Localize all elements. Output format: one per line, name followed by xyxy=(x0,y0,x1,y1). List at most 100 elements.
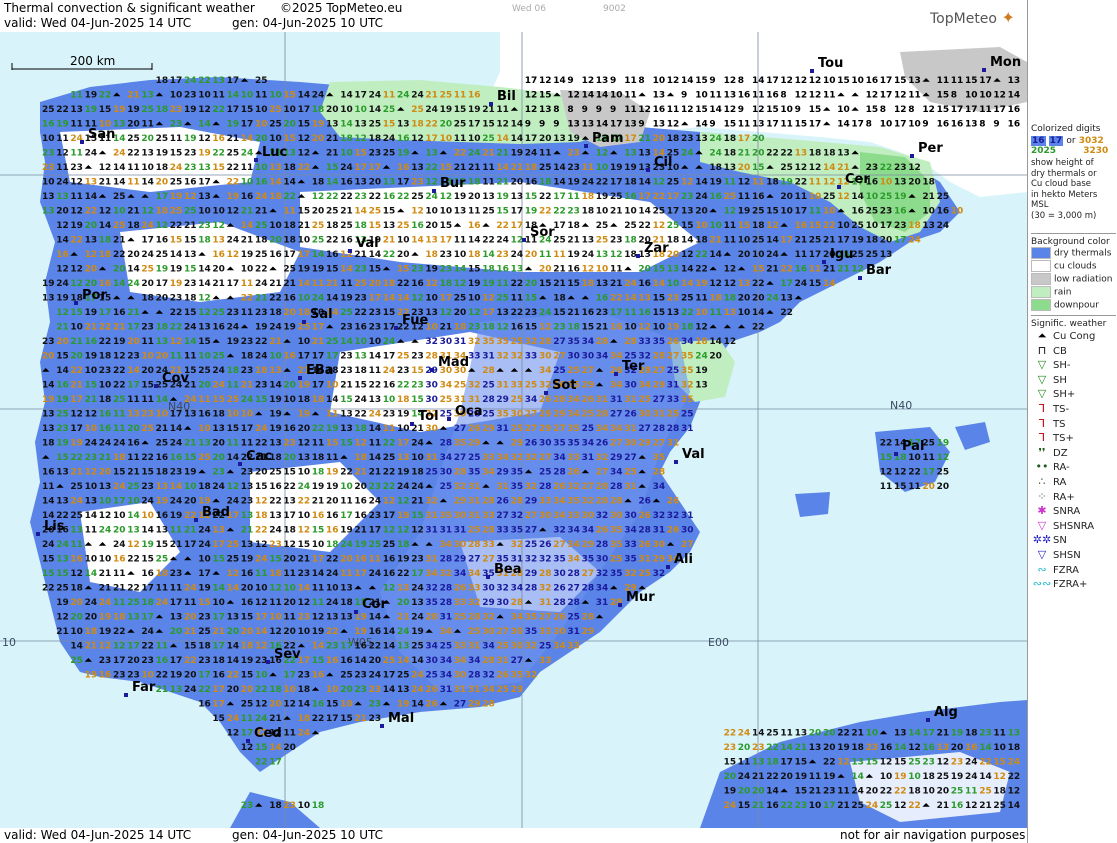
thermal-digit: 13 xyxy=(795,149,808,159)
thermal-digit: 16 xyxy=(638,308,651,318)
thermal-digit: 18 xyxy=(156,207,169,217)
thermal-digit: 31 xyxy=(653,410,666,420)
thermal-digit: 10 xyxy=(823,207,836,217)
thermal-digit: 25 xyxy=(539,468,552,478)
thermal-digit: 13 xyxy=(269,511,282,521)
thermal-digit: 19 xyxy=(56,120,69,130)
thermal-digit: 14 xyxy=(695,178,708,188)
thermal-digit: 15 xyxy=(440,163,453,173)
thermal-digit: 18 xyxy=(312,453,325,463)
thermal-digit: ⏶ xyxy=(638,91,646,101)
legend-digit-samples: 16 17 or 3032 2025 3230 xyxy=(1031,136,1109,156)
thermal-digit: 11 xyxy=(837,787,850,797)
thermal-digit: 30 xyxy=(425,381,438,391)
thermal-digit: 27 xyxy=(653,366,666,376)
thermal-digit: 15 xyxy=(184,236,197,246)
thermal-digit: 11 xyxy=(809,178,822,188)
thermal-digit: 13 xyxy=(340,410,353,420)
thermal-digit: 10 xyxy=(922,207,935,217)
thermal-digit: 13 xyxy=(454,207,467,217)
thermal-digit: 31 xyxy=(468,685,481,695)
thermal-digit: 16 xyxy=(170,453,183,463)
thermal-digit: 20 xyxy=(198,381,211,391)
thermal-digit: 13 xyxy=(70,526,83,536)
thermal-digit: 25 xyxy=(979,787,992,797)
thermal-digit: 16 xyxy=(156,453,169,463)
thermal-digit: 21 xyxy=(184,221,197,231)
thermal-digit: 14 xyxy=(894,743,907,753)
thermal-digit: 25 xyxy=(440,395,453,405)
thermal-digit: 27 xyxy=(454,700,467,710)
thermal-digit: 35 xyxy=(496,410,509,420)
thermal-digit: 16 xyxy=(269,482,282,492)
thermal-digit: 23 xyxy=(724,743,737,753)
thermal-digit: 25 xyxy=(667,221,680,231)
thermal-digit: 23 xyxy=(340,323,353,333)
thermal-digit: 24 xyxy=(525,149,538,159)
thermal-digit: 16 xyxy=(340,178,353,188)
thermal-digit: 11 xyxy=(170,352,183,362)
city-marker xyxy=(910,154,914,158)
thermal-digit: 19 xyxy=(823,772,836,782)
thermal-digit: 31 xyxy=(539,598,552,608)
thermal-digit: 19 xyxy=(440,105,453,115)
thermal-digit: 25 xyxy=(283,265,296,275)
thermal-digit: 29 xyxy=(454,555,467,565)
thermal-digit: 13 xyxy=(269,163,282,173)
thermal-digit: 22 xyxy=(156,671,169,681)
thermal-digit: 28 xyxy=(667,424,680,434)
thermal-digit: 17 xyxy=(354,569,367,579)
thermal-digit: 18 xyxy=(269,569,282,579)
thermal-digit: 25 xyxy=(482,410,495,420)
thermal-digit: 14 xyxy=(269,743,282,753)
thermal-digit: 19 xyxy=(156,149,169,159)
thermal-digit: 35 xyxy=(511,482,524,492)
thermal-digit: 13 xyxy=(624,120,637,130)
thermal-digit: 18 xyxy=(156,163,169,173)
thermal-digit: 19 xyxy=(454,192,467,202)
thermal-digit: 20 xyxy=(922,482,935,492)
thermal-digit: 10 xyxy=(326,381,339,391)
thermal-digit: 18 xyxy=(156,76,169,86)
thermal-digit: 21 xyxy=(113,323,126,333)
thermal-digit: 18 xyxy=(312,468,325,478)
thermal-digit: 23 xyxy=(440,250,453,260)
thermal-digit: 12 xyxy=(880,758,893,768)
thermal-digit: 12 xyxy=(766,221,779,231)
thermal-digit: 10 xyxy=(298,294,311,304)
thermal-digit: 18 xyxy=(99,236,112,246)
thermal-digit: 22 xyxy=(298,163,311,173)
thermal-digit: 26 xyxy=(667,337,680,347)
thermal-digit: 25 xyxy=(269,120,282,130)
city-marker xyxy=(154,384,158,388)
thermal-digit: 15 xyxy=(99,105,112,115)
thermal-digit: 10 xyxy=(908,120,921,130)
thermal-digit: ⏶ xyxy=(269,671,277,681)
thermal-digit: 20 xyxy=(738,787,751,797)
thermal-digit: 20 xyxy=(127,250,140,260)
thermal-digit: 14 xyxy=(298,700,311,710)
thermal-digit: 19 xyxy=(411,627,424,637)
thermal-digit: 23 xyxy=(496,250,509,260)
thermal-digit: 29 xyxy=(610,453,623,463)
thermal-digit: 28 xyxy=(596,410,609,420)
thermal-digit: 11 xyxy=(624,91,637,101)
thermal-digit: 11 xyxy=(709,91,722,101)
thermal-digit: ⏶ xyxy=(184,120,192,130)
thermal-digit: 20 xyxy=(113,526,126,536)
thermal-digit: 32 xyxy=(681,381,694,391)
thermal-digit: 32 xyxy=(539,555,552,565)
thermal-digit: 13 xyxy=(425,149,438,159)
thermal-digit: 34 xyxy=(482,468,495,478)
thermal-digit: 21 xyxy=(610,207,623,217)
thermal-digit: 25 xyxy=(440,482,453,492)
thermal-digit: 23 xyxy=(127,352,140,362)
thermal-digit: 11 xyxy=(709,308,722,318)
footer-valid-time: valid: Wed 04-Jun-2025 14 UTC xyxy=(4,828,192,842)
thermal-digit: ⏶ xyxy=(766,308,774,318)
thermal-digit: 21 xyxy=(241,207,254,217)
thermal-digit: 15 xyxy=(326,439,339,449)
thermal-digit: 24 xyxy=(1008,758,1021,768)
thermal-digit: 25 xyxy=(425,468,438,478)
thermal-digit: 21 xyxy=(127,91,140,101)
